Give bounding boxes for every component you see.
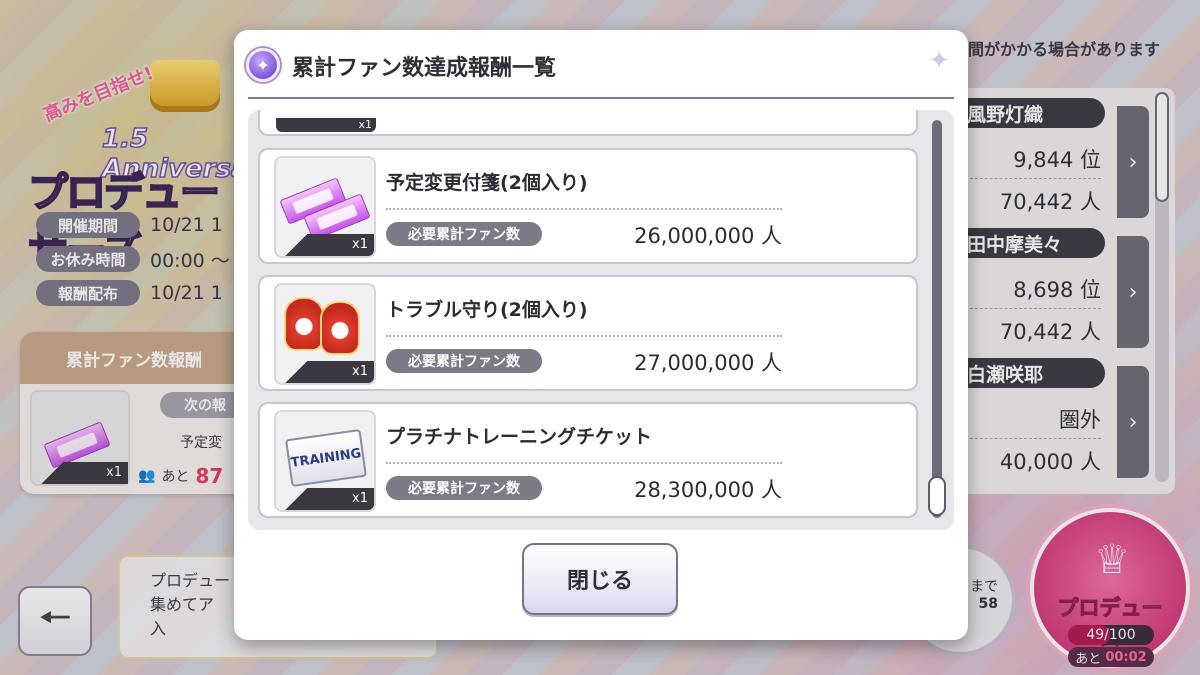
item-quantity: x1 bbox=[276, 118, 376, 132]
dialog-title: 累計ファン数達成報酬一覧 bbox=[292, 56, 557, 81]
reward-thumbnail: x1 bbox=[274, 156, 376, 258]
close-button[interactable]: 閉じる bbox=[522, 543, 678, 615]
reward-list[interactable]: x1 x1 予定変更付箋(2個入り) 必要累計ファン数 26,000,000 人 bbox=[248, 110, 954, 530]
required-fans-value: 28,300,000 人 bbox=[634, 478, 782, 502]
reward-card[interactable]: TRAINING x1 プラチナトレーニングチケット 必要累計ファン数 28,3… bbox=[258, 402, 918, 518]
reward-thumbnail: TRAINING x1 bbox=[274, 410, 376, 512]
reward-card-partial: x1 bbox=[258, 110, 918, 136]
reward-name: トラブル守り(2個入り) bbox=[386, 299, 588, 321]
fan-reward-icon: ✦ bbox=[246, 48, 280, 82]
required-fans-label: 必要累計ファン数 bbox=[386, 349, 542, 373]
required-fans-value: 26,000,000 人 bbox=[634, 224, 782, 248]
required-fans-label: 必要累計ファン数 bbox=[386, 476, 542, 500]
platinum-training-ticket-icon: TRAINING bbox=[285, 428, 367, 488]
dotted-divider bbox=[386, 335, 782, 337]
dialog-header: ✦ 累計ファン数達成報酬一覧 ✦ bbox=[234, 30, 968, 100]
reward-name: プラチナトレーニングチケット bbox=[386, 426, 653, 448]
reward-list-dialog: ✦ 累計ファン数達成報酬一覧 ✦ x1 x1 予定変更付箋(2個入り) 必要累計… bbox=[234, 30, 968, 640]
reward-card[interactable]: x1 トラブル守り(2個入り) 必要累計ファン数 27,000,000 人 bbox=[258, 275, 918, 391]
list-scrollbar[interactable] bbox=[932, 120, 942, 518]
item-quantity: x1 bbox=[276, 488, 374, 510]
reward-name: 予定変更付箋(2個入り) bbox=[386, 172, 588, 194]
reward-card[interactable]: x1 予定変更付箋(2個入り) 必要累計ファン数 26,000,000 人 bbox=[258, 148, 918, 264]
dotted-divider bbox=[386, 208, 782, 210]
ticket-text: TRAINING bbox=[289, 445, 363, 471]
item-quantity: x1 bbox=[276, 234, 374, 256]
required-fans-value: 27,000,000 人 bbox=[634, 351, 782, 375]
dotted-divider bbox=[386, 462, 782, 464]
required-fans-label: 必要累計ファン数 bbox=[386, 222, 542, 246]
header-divider bbox=[248, 97, 954, 99]
sparkle-icon: ✦ bbox=[928, 46, 950, 76]
reward-thumbnail: x1 bbox=[274, 283, 376, 385]
scrollbar-thumb[interactable] bbox=[928, 476, 946, 516]
item-quantity: x1 bbox=[276, 361, 374, 383]
